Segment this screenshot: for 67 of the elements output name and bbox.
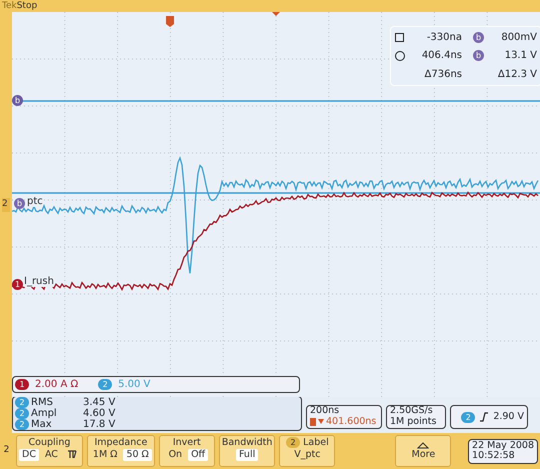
- menu-option[interactable]: AC: [42, 449, 61, 461]
- trace-marker: b: [12, 95, 23, 106]
- timebase-position: 401.600ns: [326, 416, 376, 427]
- label-button[interactable]: 2 Label V_ptc: [279, 435, 336, 467]
- cursor-value: 13.1 V: [504, 49, 537, 64]
- run-state: Stop: [16, 0, 38, 12]
- menu-option[interactable]: 1M Ω: [90, 449, 120, 461]
- cursor-line[interactable]: [12, 192, 540, 194]
- more-label: More: [412, 448, 436, 460]
- channel-tab[interactable]: 2: [1, 444, 12, 458]
- trace-marker: 1: [12, 279, 23, 290]
- channel-scale: 2.00 A Ω: [35, 378, 78, 392]
- measurement-name: RMS: [31, 397, 54, 408]
- measurement-value: 3.45 V: [83, 397, 116, 408]
- channel-badge: 1: [15, 379, 29, 390]
- trigger-level: 2.90 V: [493, 412, 524, 422]
- menu-button-title: Impedance: [94, 437, 148, 449]
- channel-badge: 2: [15, 397, 29, 408]
- menu-option[interactable]: 50 Ω: [123, 449, 152, 461]
- trace-label: I_rush: [24, 276, 54, 287]
- brand-text: Tek: [2, 0, 17, 12]
- menu-button-title: Invert: [172, 437, 201, 449]
- more-button[interactable]: More: [395, 435, 452, 467]
- menu-button-title: Label: [303, 437, 329, 449]
- time-text: 10:52:58: [472, 451, 516, 462]
- trace-badge: b: [14, 198, 25, 209]
- menu-button-title: Bandwidth: [222, 437, 272, 449]
- menu-button[interactable]: Bandwidth Full: [218, 435, 276, 467]
- trace-label: ptc: [27, 196, 43, 207]
- menu-option[interactable]: DC: [19, 449, 39, 461]
- menu-option[interactable]: Off: [188, 449, 208, 461]
- date-text: 22 May 2008: [472, 440, 534, 450]
- channel-badge: 2: [98, 379, 112, 390]
- measurement-name: Max: [31, 419, 53, 430]
- source-badge: b: [473, 50, 484, 62]
- source-badge: b: [473, 32, 484, 44]
- cursor-value: 800mV: [500, 31, 537, 46]
- label-value: V_ptc: [294, 449, 321, 461]
- menu-button[interactable]: Invert On Off: [158, 435, 215, 467]
- channel-badge: 2: [15, 419, 29, 430]
- trigger-point-icon: [272, 12, 280, 16]
- measurement-value: 4.60 V: [83, 408, 116, 419]
- channel-scale: 5.00 V: [118, 378, 150, 392]
- channel-badge: 2: [461, 412, 476, 422]
- cursor-time: Δ736ns: [424, 68, 462, 82]
- record-length: 1M points: [390, 416, 438, 427]
- menu-button[interactable]: Coupling DC AC: [16, 435, 83, 467]
- circle-cursor-icon: [395, 50, 405, 61]
- square-cursor-icon: [395, 33, 404, 42]
- menu-option[interactable]: On: [166, 449, 186, 461]
- caret-up-icon: [417, 442, 430, 448]
- trigger-position-icon[interactable]: [166, 16, 174, 27]
- cursor-time: -330na: [426, 31, 462, 46]
- position-arrow-icon: [310, 418, 324, 426]
- measurement-name: Ampl: [31, 408, 58, 419]
- menu-option[interactable]: Full: [236, 449, 258, 461]
- rising-edge-icon: [480, 412, 488, 422]
- menu-button-title: Coupling: [28, 437, 70, 449]
- trace-marker: 2: [2, 198, 10, 212]
- channel-badge: 2: [15, 408, 29, 419]
- measurement-value: 17.8 V: [83, 419, 116, 430]
- menu-button[interactable]: Impedance 1M Ω 50 Ω: [86, 435, 155, 467]
- timebase-scale: 200ns: [310, 406, 340, 416]
- sample-rate: 2.50GS/s: [390, 406, 434, 416]
- channel-badge: 2: [286, 437, 300, 448]
- cursor-time: 406.4ns: [420, 49, 462, 64]
- cursor-value: Δ12.3 V: [496, 68, 537, 82]
